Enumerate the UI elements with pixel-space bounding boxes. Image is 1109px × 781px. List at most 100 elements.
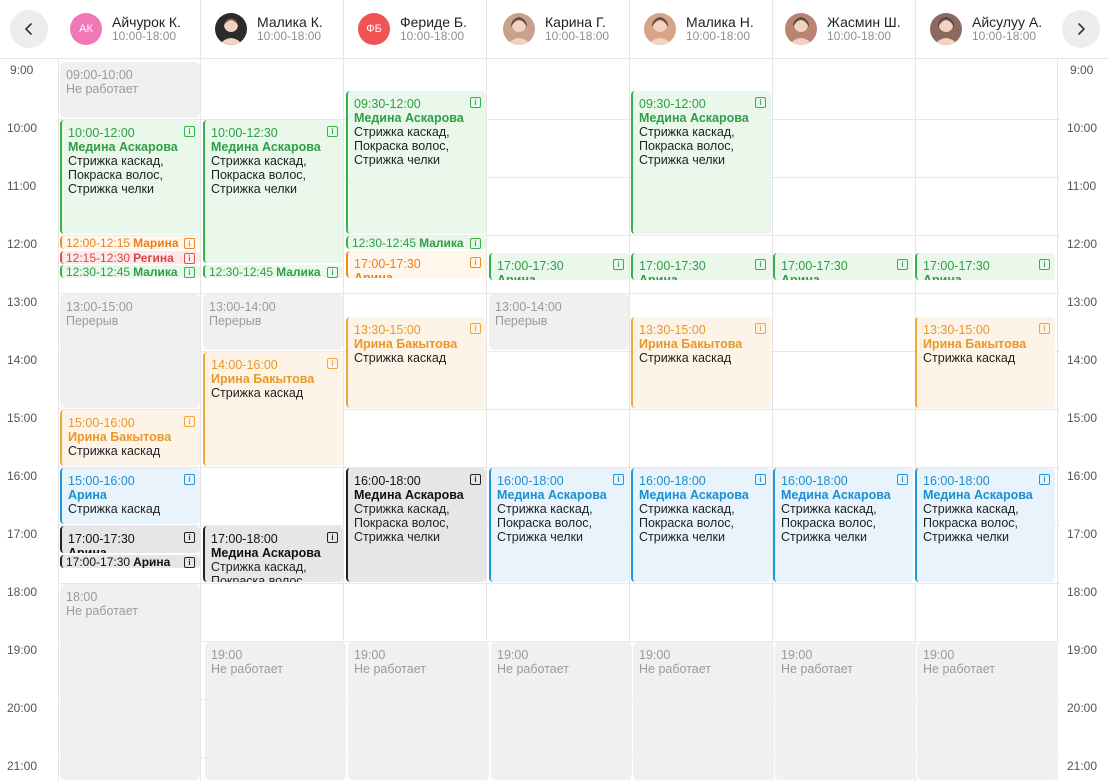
info-icon[interactable]: i [755,259,766,271]
appointment-card[interactable]: 17:00-18:00 Медина Аскарова Стрижка каскад… [203,526,343,582]
appointment-card[interactable]: 13:30-15:00 Ирина Бакытова Стрижка каскад i [346,317,486,408]
info-icon[interactable]: i [897,474,908,485]
header-divider [343,0,344,58]
appointment-card[interactable]: 09:30-12:00 Медина Аскарова Стрижка каскад… [346,91,486,234]
appointment-time: 19:00 [497,648,529,662]
info-icon[interactable]: i [755,323,766,335]
info-icon[interactable]: i [184,557,195,568]
info-icon[interactable]: i [327,267,338,278]
time-label-left: 18:00 [7,585,38,599]
staff-column-header[interactable]: АК Айчурок К. 10:00-18:00 [70,0,181,58]
appointment-card[interactable]: 17:00-17:30 Арина i [631,253,771,281]
appointment-card[interactable]: 10:00-12:30 Медина Аскарова Стрижка каскад… [203,120,343,263]
staff-column-header[interactable]: Айсулуу А. 10:00-18:00 [930,0,1042,58]
info-icon[interactable]: i [184,416,195,427]
blocked-slot[interactable]: 13:00-14:00 Перерыв [489,294,629,350]
appointment-card[interactable]: 17:00-17:30 Арина i [346,250,486,278]
staff-column-header[interactable]: Малика К. 10:00-18:00 [215,0,323,58]
info-icon[interactable]: i [897,259,908,271]
blocked-slot[interactable]: 09:00-10:00 Не работает [60,62,200,118]
info-icon[interactable]: i [470,323,481,335]
appointment-card[interactable]: 16:00-18:00 Медина Аскарова Стрижка каскад… [489,468,629,582]
appointment-card[interactable]: 17:00-17:30 Арина i [60,526,200,553]
info-icon[interactable]: i [184,238,195,249]
appointment-card[interactable]: 15:00-16:00 Арина Стрижка каскад i [60,468,200,524]
appointment-client: Регина [133,250,174,264]
time-label-right: 9:00 [1070,63,1094,77]
appointment-time: 12:30-12:45 [352,236,417,250]
blocked-slot[interactable]: 19:00 Не работает [205,642,346,780]
staff-column-header[interactable]: ФБ Фериде Б. 10:00-18:00 [358,0,467,58]
info-icon[interactable]: i [613,474,624,485]
info-icon[interactable]: i [1039,259,1050,271]
info-icon[interactable]: i [755,97,766,108]
staff-column-header[interactable]: Жасмин Ш. 10:00-18:00 [785,0,901,58]
blocked-slot[interactable]: 19:00 Не работает [917,642,1058,780]
info-icon[interactable]: i [1039,323,1050,335]
info-icon[interactable]: i [613,259,624,271]
appointment-card[interactable]: 12:30-12:45 Малика i [346,236,486,249]
appointment-time: 17:00-17:30 [781,259,848,274]
appointment-card[interactable]: 13:30-15:00 Ирина Бакытова Стрижка каскад i [915,317,1055,408]
appointment-time: 19:00 [923,648,955,662]
info-icon[interactable]: i [184,126,195,137]
info-icon[interactable]: i [470,97,481,108]
appointment-time: 16:00-18:00 [639,474,706,488]
appointment-card[interactable]: 16:00-18:00 Медина Аскарова Стрижка каскад… [915,468,1055,582]
appointment-card[interactable]: 09:30-12:00 Медина Аскарова Стрижка каскад… [631,91,771,234]
avatar [930,13,962,45]
info-icon[interactable]: i [327,532,338,543]
appointment-card[interactable]: 14:00-16:00 Ирина Бакытова Стрижка каскад i [203,352,343,466]
blocked-slot[interactable]: 19:00 Не работает [775,642,916,780]
appointment-card[interactable]: 13:30-15:00 Ирина Бакытова Стрижка каскад i [631,317,771,408]
appointment-service: Стрижка каскад [923,351,1016,366]
appointment-card[interactable]: 17:00-17:30 Арина i [489,253,629,281]
info-icon[interactable]: i [184,252,195,264]
appointment-client: Малика [276,265,321,279]
blocked-slot[interactable]: 18:00 Не работает [60,584,200,780]
appointment-card[interactable]: 12:30-12:45 Малика i [60,265,200,278]
appointment-card[interactable]: 12:30-12:45 Малика i [203,265,343,278]
info-icon[interactable]: i [470,238,481,249]
appointment-card[interactable]: 12:15-12:30 Регина i [60,250,200,264]
appointment-client: Малика [419,236,464,250]
blocked-slot[interactable]: 13:00-14:00 Перерыв [203,294,343,350]
appointment-client: Медина Аскарова [639,488,749,502]
info-icon[interactable]: i [1039,474,1050,485]
blocked-slot[interactable]: 13:00-15:00 Перерыв [60,294,200,408]
prev-button[interactable] [10,10,48,48]
appointment-client: Арина [133,555,171,569]
next-button[interactable] [1062,10,1100,48]
appointment-client: Медина Аскарова [639,111,749,125]
appointment-card[interactable]: 17:00-17:30 Арина i [773,253,913,281]
appointment-client: Медина Аскарова [354,111,464,125]
time-label-left: 11:00 [7,179,37,193]
info-icon[interactable]: i [184,267,195,278]
info-icon[interactable]: i [470,474,481,485]
appointment-card[interactable]: 15:00-16:00 Ирина Бакытова Стрижка каскад i [60,410,200,466]
appointment-card[interactable]: 17:00-17:30 Арина i [60,555,200,568]
appointment-card[interactable]: 16:00-18:00 Медина Аскарова Стрижка каскад… [773,468,913,582]
info-icon[interactable]: i [327,126,338,137]
appointment-card[interactable]: 16:00-18:00 Медина Аскарова Стрижка каскад… [631,468,771,582]
info-icon[interactable]: i [470,256,481,268]
appointment-card[interactable]: 10:00-12:00 Медина Аскарова Стрижка каскад… [60,120,200,234]
blocked-slot[interactable]: 19:00 Не работает [633,642,774,780]
info-icon[interactable]: i [184,474,195,485]
blocked-slot[interactable]: 19:00 Не работает [348,642,489,780]
info-icon[interactable]: i [755,474,766,485]
info-icon[interactable]: i [327,358,338,369]
appointment-client: Не работает [354,662,426,676]
staff-column-header[interactable]: Малика Н. 10:00-18:00 [644,0,754,58]
blocked-slot[interactable]: 19:00 Не работает [491,642,632,780]
staff-hours: 10:00-18:00 [827,29,892,44]
appointment-card[interactable]: 16:00-18:00 Медина Аскарова Стрижка каскад… [346,468,486,582]
header-divider [772,0,773,58]
info-icon[interactable]: i [184,532,195,543]
appointment-card[interactable]: 12:00-12:15 Марина i [60,236,200,249]
appointment-card[interactable]: 17:00-17:30 Арина i [915,253,1055,281]
staff-column-header[interactable]: Карина Г. 10:00-18:00 [503,0,609,58]
appointment-time: 13:00-15:00 [66,300,133,314]
header-divider [629,0,630,58]
appointment-time: 13:30-15:00 [354,323,421,338]
